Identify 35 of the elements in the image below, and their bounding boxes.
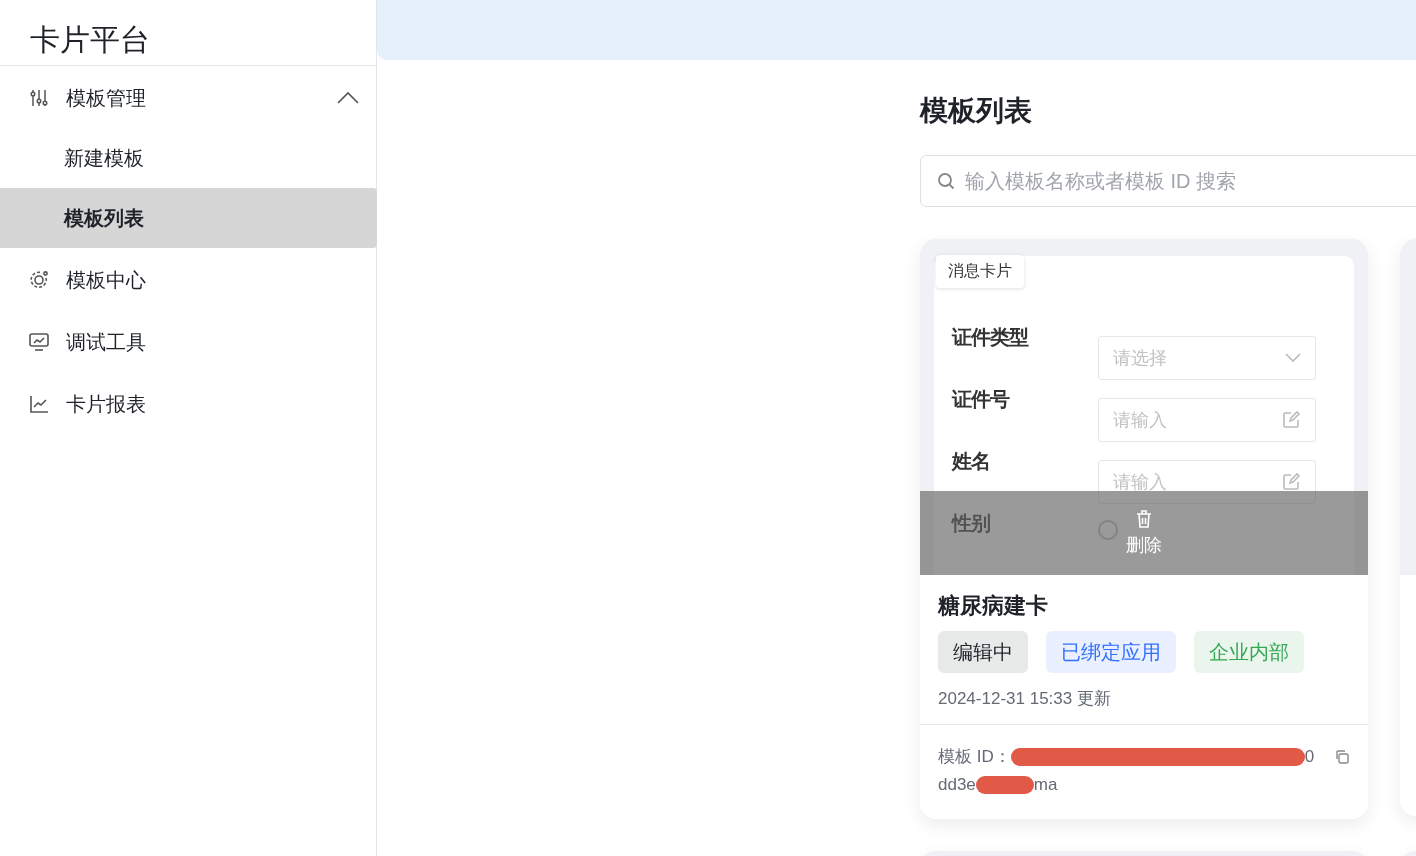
edit-icon — [1281, 472, 1301, 492]
form-label: 证件类型 — [952, 325, 1030, 350]
menu-item[interactable]: 卡片报表 — [0, 374, 377, 434]
radio-button[interactable] — [1098, 520, 1118, 540]
id-label: 模板 ID： — [938, 746, 1011, 768]
line-chart-icon — [28, 393, 50, 415]
template-id: 0 — [1304, 746, 1315, 768]
chevron-up-icon — [337, 91, 359, 105]
submenu-item[interactable]: 新建模板 — [0, 128, 377, 188]
status-tag: 企业内部 — [1194, 631, 1304, 673]
template-id: ma — [1033, 774, 1058, 796]
monitor-icon — [28, 331, 50, 353]
menu-item[interactable]: 模板中心 — [0, 250, 377, 310]
orbit-icon — [28, 269, 50, 291]
redaction-mark — [975, 776, 1034, 794]
type-tag: 消息卡片 — [936, 255, 1024, 288]
sliders-icon — [29, 88, 49, 108]
search-icon — [937, 172, 955, 190]
copy-icon[interactable] — [1334, 749, 1350, 765]
app-title: 卡片平台 — [30, 22, 150, 58]
form-label: 性别 — [952, 511, 991, 536]
template-id: dd3e — [938, 774, 976, 796]
menu-group[interactable]: 模板管理 — [0, 68, 377, 128]
status-tag: 编辑中 — [938, 631, 1028, 673]
update-time: 2024-12-31 15:33 更新 — [938, 688, 1112, 710]
trash-icon — [1135, 509, 1153, 529]
menu-item[interactable]: 调试工具 — [0, 312, 377, 372]
edit-icon — [1281, 410, 1301, 430]
template-name: 糖尿病建卡 — [938, 592, 1049, 620]
status-tag: 已绑定应用 — [1046, 631, 1176, 673]
submenu-item[interactable]: 模板列表 — [0, 188, 377, 248]
page-heading: 模板列表 — [920, 94, 1033, 128]
chevron-down-icon — [1285, 353, 1301, 363]
form-label: 证件号 — [952, 387, 1011, 412]
form-label: 姓名 — [952, 449, 991, 474]
